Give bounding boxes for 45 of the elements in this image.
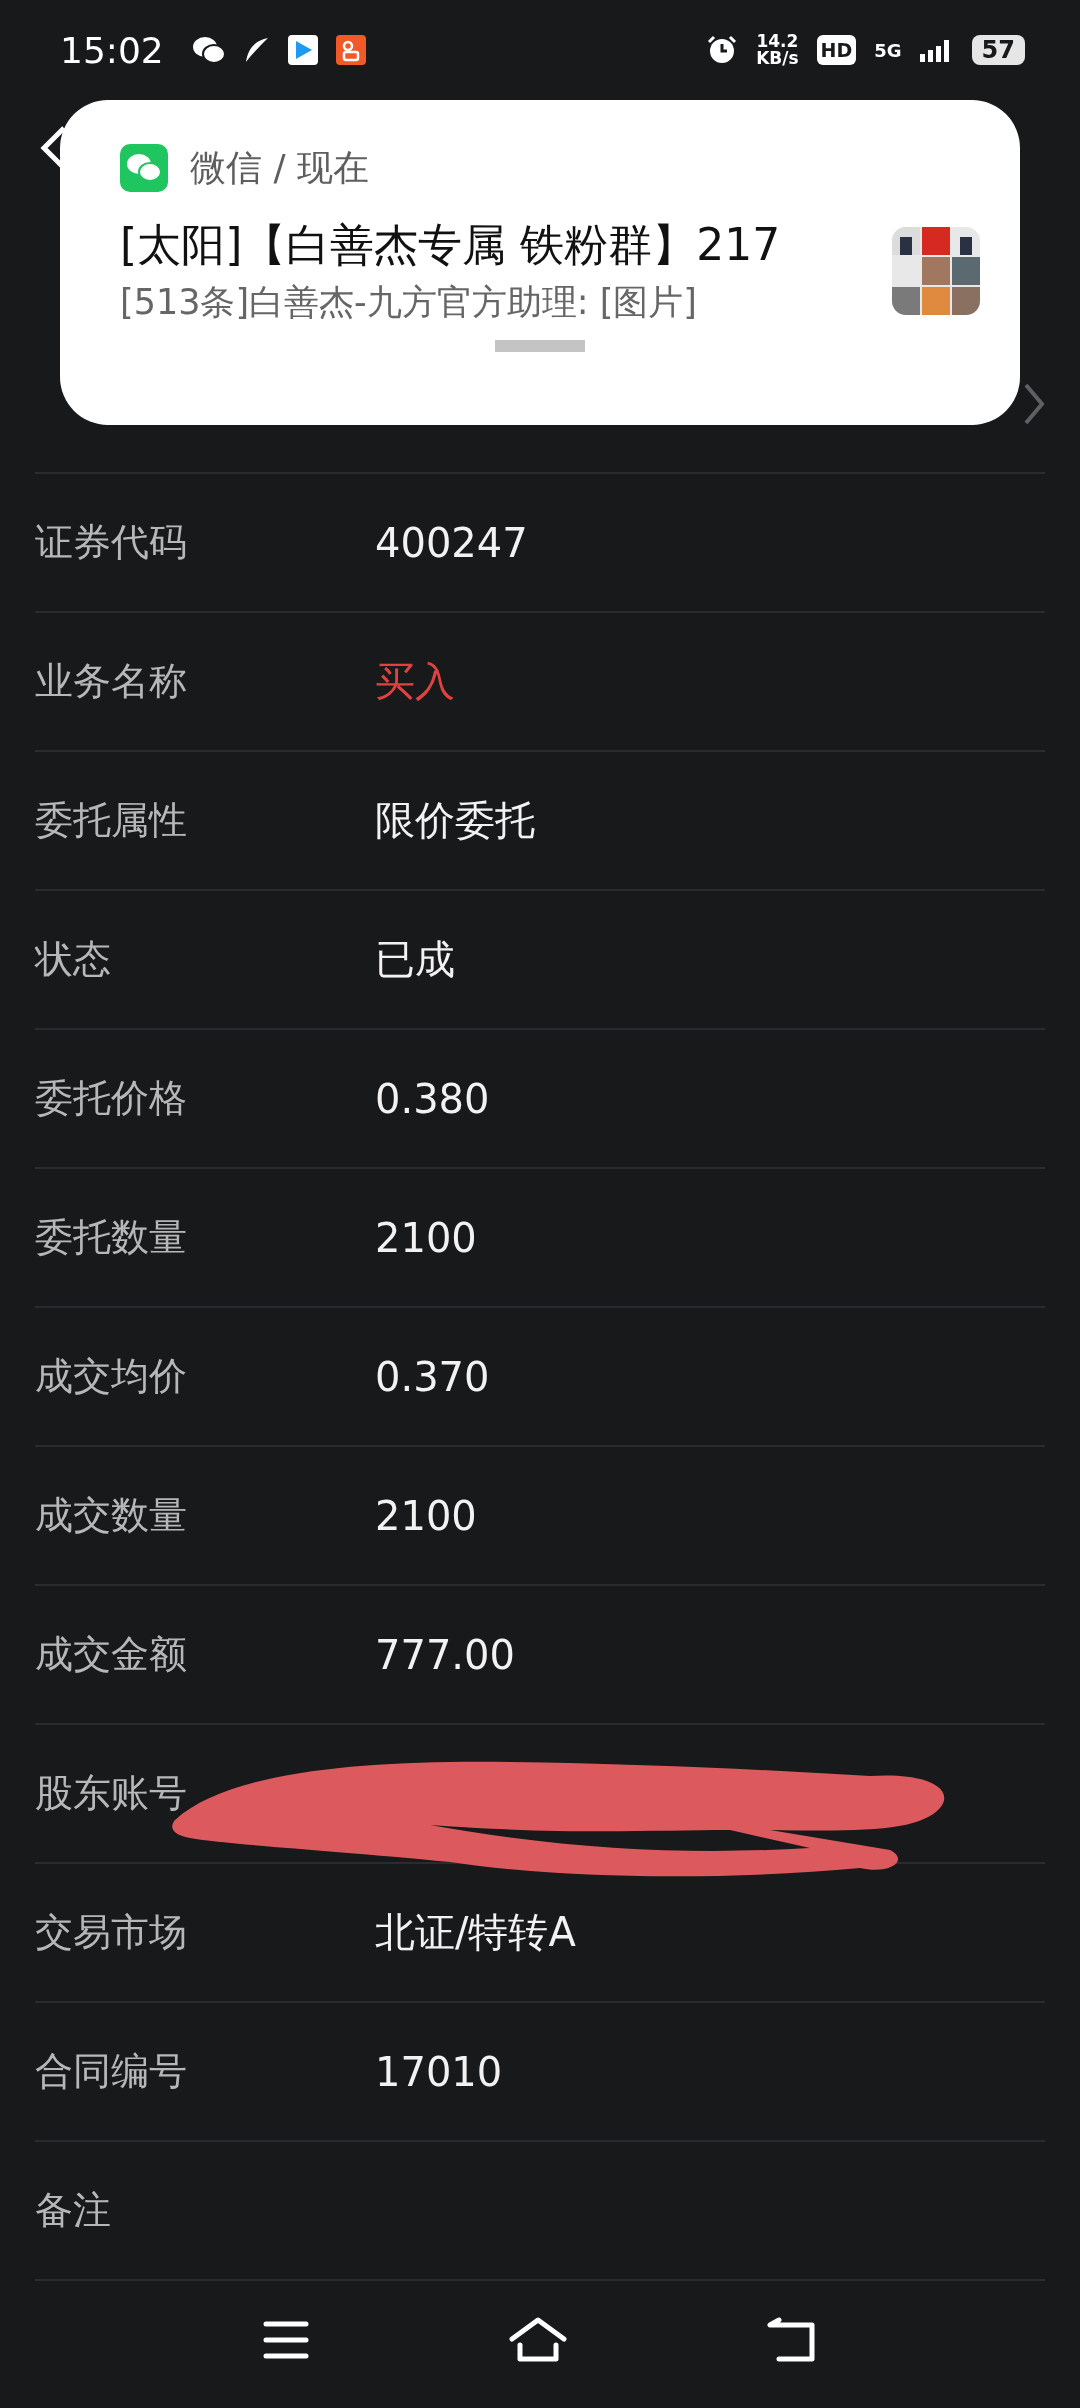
field-label: 合同编号 (35, 2048, 188, 2095)
menu-icon[interactable] (263, 2319, 309, 2360)
play-app-icon (287, 35, 318, 65)
chevron-right-icon[interactable] (1023, 381, 1045, 426)
field-label: 成交均价 (35, 1353, 188, 1400)
field-label: 交易市场 (35, 1909, 188, 1956)
field-label: 股东账号 (35, 1770, 188, 1817)
feather-icon (243, 36, 270, 64)
app-source: 微信 / 现在 (190, 145, 369, 190)
field-value: 限价委托 (375, 796, 535, 845)
field-label: 证券代码 (35, 519, 188, 566)
field-label: 状态 (35, 936, 112, 983)
field-value: 777.00 (375, 1631, 515, 1678)
back-icon[interactable] (767, 2316, 817, 2363)
field-value: 已成 (375, 935, 455, 984)
field-value: 2100 (375, 1492, 477, 1539)
chat-app-icon (120, 144, 168, 192)
field-label: 委托价格 (35, 1075, 188, 1122)
home-icon[interactable] (509, 2316, 567, 2363)
clock-time: 15:02 (60, 29, 164, 71)
field-value: 2100 (375, 1214, 477, 1261)
network-type: 5G (874, 39, 902, 61)
notification-title: [太阳]【白善杰专属 铁粉群】217 (120, 218, 781, 272)
camera-app-icon (335, 35, 366, 65)
field-value: 17010 (375, 2048, 503, 2095)
field-value: 北证/特转A (375, 1908, 576, 1957)
alarm-icon (706, 34, 739, 66)
field-label: 成交数量 (35, 1492, 188, 1539)
field-value: 0.370 (375, 1353, 490, 1400)
drag-handle[interactable] (495, 340, 585, 352)
notification-message: [513条]白善杰-九方官方助理: [图片] (120, 281, 698, 324)
hd-badge: HD (816, 35, 857, 65)
network-speed: 14.2 (756, 33, 799, 50)
notification-card[interactable]: 微信 / 现在 [太阳]【白善杰专属 铁粉群】217 [513条]白善杰-九方官方助理: [图片] (60, 100, 1020, 425)
field-label: 委托数量 (35, 1214, 188, 1261)
field-label: 成交金额 (35, 1631, 188, 1678)
battery-level: 57 (971, 35, 1025, 65)
field-label: 委托属性 (35, 797, 188, 844)
field-label: 备注 (35, 2187, 112, 2234)
speed-unit: KB/s (756, 50, 799, 67)
field-value: 买入 (375, 657, 455, 706)
field-label: 业务名称 (35, 658, 188, 705)
field-value: 400247 (375, 519, 528, 566)
chat-icon (191, 35, 226, 65)
field-value: 0.380 (375, 1075, 490, 1122)
